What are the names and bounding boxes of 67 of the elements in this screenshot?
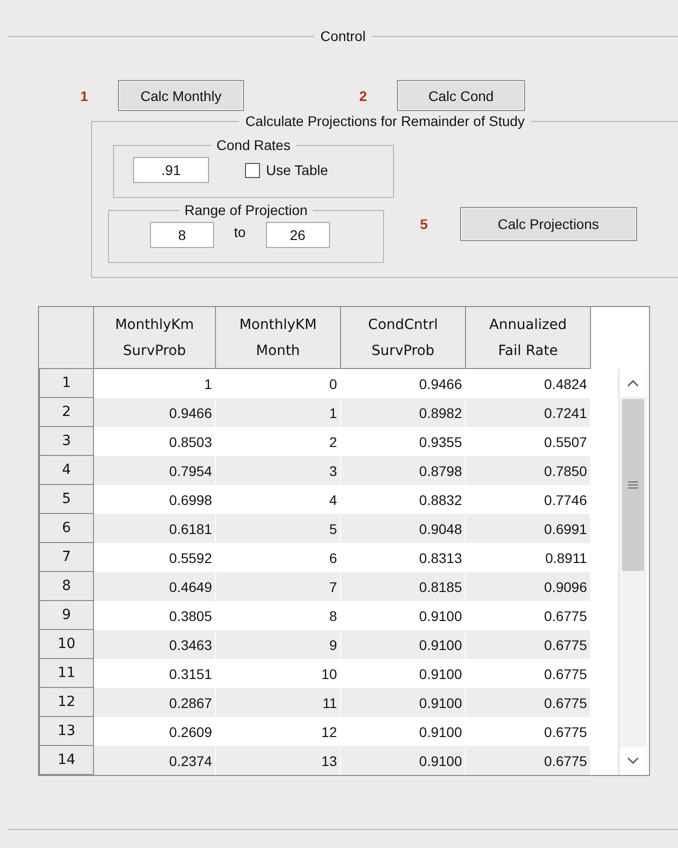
table-cell: 9 [216,630,341,659]
table-cell: 0.6991 [466,514,591,543]
cond-rate-field[interactable]: .91 [133,157,209,183]
row-header[interactable]: 2 [39,398,94,427]
row-header[interactable]: 4 [39,456,94,485]
step-number: 2 [359,88,368,104]
calc-button[interactable]: Calc Cond [397,80,525,111]
scroll-up-icon[interactable] [620,369,646,397]
table-cell: 3 [216,456,341,485]
table-cell: 13 [216,746,341,775]
group-title: Cond Rates [216,137,292,153]
table-cell: 0.7954 [94,456,216,485]
row-header[interactable]: 8 [39,572,94,601]
row-header[interactable]: 7 [39,543,94,572]
step-number: 5 [420,216,428,232]
calc-projections-button[interactable]: Calc Projections [460,207,637,241]
table-cell: 0.6775 [466,688,591,717]
use-table-checkbox[interactable]: Use Table [245,162,328,178]
row-header[interactable]: 9 [39,601,94,630]
table-cell: 0.2374 [94,746,216,775]
table-cell: 0.9048 [341,514,466,543]
range-start-field[interactable]: 8 [150,222,214,248]
panel-title: Calculate Projections for Remainder of Study [244,113,526,129]
table-cell: 0.4649 [94,572,216,601]
column-header[interactable]: Annualized Fail Rate [466,307,591,369]
table-cell: 7 [216,572,341,601]
column-header[interactable]: MonthlyKM Month [216,307,341,369]
table-cell: 0.9466 [94,398,216,427]
table-cell: 0.3463 [94,630,216,659]
table-cell: 0.8798 [341,456,466,485]
row-header[interactable]: 10 [39,630,94,659]
row-header[interactable]: 3 [39,427,94,456]
row-header[interactable]: 1 [39,369,94,398]
table-cell: 0.6775 [466,746,591,775]
table-cell: 0.6181 [94,514,216,543]
table-cell: 0.9100 [341,688,466,717]
group-title: Range of Projection [184,202,308,218]
table-cell: 0.7850 [466,456,591,485]
calc-button[interactable]: Calc Monthly [118,80,244,111]
table-cell: 5 [216,514,341,543]
table-cell: 0.9100 [341,746,466,775]
row-header[interactable]: 6 [39,514,94,543]
column-header[interactable]: MonthlyKm SurvProb [94,307,216,369]
scroll-down-icon[interactable] [620,747,646,775]
table-cell: 11 [216,688,341,717]
table-cell: 0.6775 [466,630,591,659]
table-cell: 0.7241 [466,398,591,427]
checkbox-icon[interactable] [245,162,260,178]
row-header[interactable]: 5 [39,485,94,514]
range-end-field[interactable]: 26 [266,222,330,248]
vertical-scrollbar[interactable] [618,369,647,775]
grip-icon [628,481,638,489]
row-header[interactable]: 12 [39,688,94,717]
table-cell: 0.8982 [341,398,466,427]
table-cell: 0.8185 [341,572,466,601]
step-number: 1 [80,88,89,104]
row-header[interactable]: 11 [39,659,94,688]
row-header[interactable]: 13 [39,717,94,746]
scroll-thumb[interactable] [622,399,644,571]
table-cell: 1 [216,398,341,427]
range-separator: to [234,224,246,240]
panel-title: Control [319,28,367,44]
table-cell: 0.9100 [341,630,466,659]
table-cell: 0.2867 [94,688,216,717]
table-cell: 0.9096 [466,572,591,601]
column-header[interactable]: CondCntrl SurvProb [341,307,466,369]
row-header[interactable]: 14 [39,746,94,775]
